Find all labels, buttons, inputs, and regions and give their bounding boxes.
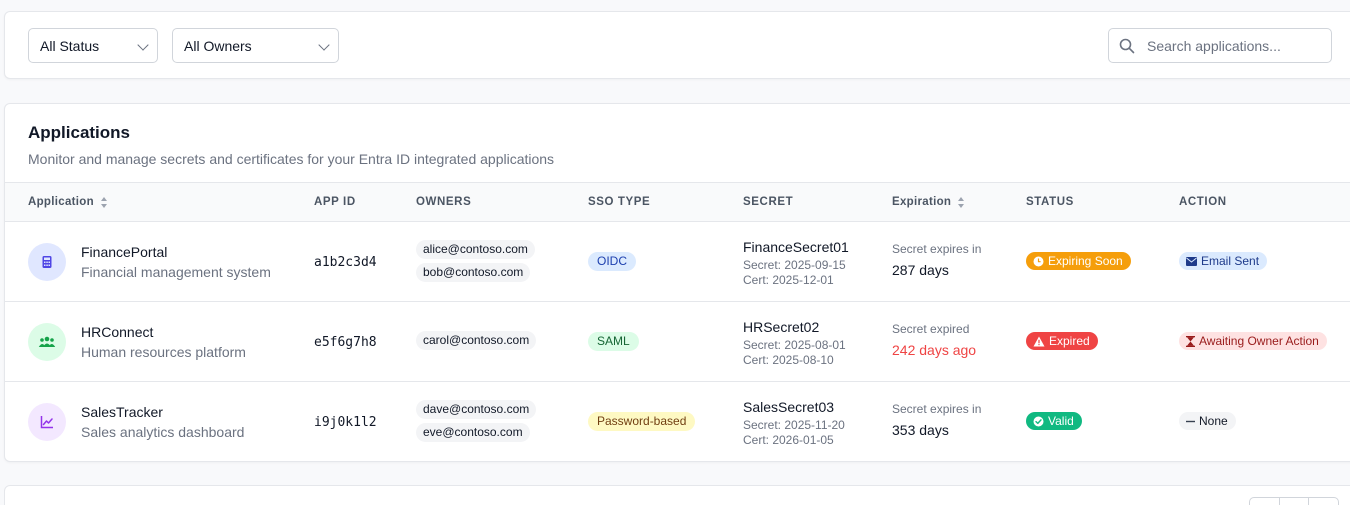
column-header-sso-type: SSO TYPE [588, 196, 651, 208]
secret-date: Secret: 2025-08-01 [743, 338, 846, 352]
envelope-icon [1186, 256, 1197, 266]
pagination-page-button[interactable] [1280, 498, 1310, 505]
app-description: Human resources platform [81, 344, 246, 360]
column-header-application[interactable]: Application [28, 196, 108, 208]
expiration-value: 353 days [892, 422, 949, 438]
status-filter-value: All Status [40, 37, 100, 54]
users-icon [38, 336, 56, 347]
owners-filter-value: All Owners [184, 37, 252, 54]
secret-name: HRSecret02 [743, 319, 820, 335]
chart-line-icon [40, 416, 53, 429]
pagination-next-button[interactable] [1309, 498, 1338, 505]
table-row[interactable]: FinancePortal Financial management syste… [5, 222, 1350, 302]
search-icon [1119, 38, 1135, 53]
owner-chip: eve@contoso.com [416, 423, 530, 442]
minus-icon [1186, 420, 1195, 422]
calculator-icon [42, 256, 52, 268]
table-row[interactable]: SalesTracker Sales analytics dashboard i… [5, 382, 1350, 461]
expiration-label: Secret expires in [892, 402, 982, 416]
owner-chip: bob@contoso.com [416, 263, 531, 282]
expiration-value: 287 days [892, 262, 949, 278]
status-filter-select[interactable]: All Status [28, 28, 158, 63]
action-badge[interactable]: Email Sent [1179, 252, 1268, 270]
app-avatar [28, 243, 66, 281]
app-id: a1b2c3d4 [314, 255, 377, 270]
column-header-secret: SECRET [743, 196, 794, 208]
secret-name: FinanceSecret01 [743, 239, 849, 255]
sso-type-badge: SAML [588, 332, 639, 351]
status-badge: Expiring Soon [1026, 252, 1131, 270]
app-description: Sales analytics dashboard [81, 424, 245, 440]
card-title: Applications [28, 123, 131, 142]
status-badge: Valid [1026, 412, 1082, 430]
owners-list: alice@contoso.com bob@contoso.com [416, 240, 535, 286]
action-badge: None [1179, 412, 1236, 430]
cert-date: Cert: 2025-08-10 [743, 353, 834, 367]
clock-icon [1033, 256, 1044, 266]
pagination-controls [1249, 497, 1339, 505]
sso-type-badge: Password-based [588, 412, 696, 431]
card-subtitle: Monitor and manage secrets and certifica… [28, 151, 555, 167]
owner-chip: carol@contoso.com [416, 331, 537, 350]
secret-date: Secret: 2025-11-20 [743, 418, 845, 432]
pagination-card [4, 485, 1350, 505]
owner-chip: alice@contoso.com [416, 240, 535, 259]
sort-icon [958, 196, 965, 208]
app-description: Financial management system [81, 264, 271, 280]
expiration-value: 242 days ago [892, 342, 977, 358]
column-header-action: ACTION [1179, 196, 1227, 208]
owners-list: dave@contoso.com eve@contoso.com [416, 400, 537, 446]
app-name[interactable]: SalesTracker [81, 404, 163, 420]
app-id: i9j0k1l2 [314, 415, 377, 430]
search-box[interactable] [1108, 28, 1332, 63]
search-input[interactable] [1147, 37, 1317, 54]
owner-chip: dave@contoso.com [416, 400, 537, 419]
hourglass-icon [1186, 335, 1195, 347]
column-header-expiration[interactable]: Expiration [892, 196, 965, 208]
app-avatar [28, 403, 66, 441]
column-header-status: STATUS [1026, 196, 1074, 208]
action-badge[interactable]: Awaiting Owner Action [1179, 332, 1327, 350]
table-row[interactable]: HRConnect Human resources platform e5f6g… [5, 302, 1350, 382]
secret-date: Secret: 2025-09-15 [743, 258, 846, 272]
secret-name: SalesSecret03 [743, 399, 835, 415]
check-circle-icon [1033, 416, 1044, 426]
owners-list: carol@contoso.com [416, 331, 537, 354]
app-name[interactable]: HRConnect [81, 324, 153, 340]
sso-type-badge: OIDC [588, 252, 636, 271]
sort-icon [100, 196, 108, 208]
expiration-label: Secret expires in [892, 242, 982, 256]
column-header-app-id: APP ID [314, 196, 356, 208]
app-name[interactable]: FinancePortal [81, 244, 167, 260]
filter-bar: All Status All Owners [4, 11, 1350, 79]
chevron-down-icon [137, 39, 149, 51]
cert-date: Cert: 2025-12-01 [743, 273, 834, 287]
warning-icon [1033, 336, 1045, 346]
owners-filter-select[interactable]: All Owners [172, 28, 339, 63]
pagination-prev-button[interactable] [1250, 498, 1280, 505]
status-badge: Expired [1026, 332, 1098, 350]
chevron-down-icon [318, 39, 330, 51]
expiration-label: Secret expired [892, 322, 970, 336]
cert-date: Cert: 2026-01-05 [743, 433, 834, 447]
app-id: e5f6g7h8 [314, 335, 377, 350]
app-avatar [28, 323, 66, 361]
table-header: Application APP ID OWNERS SSO TYPE SECRE… [5, 182, 1350, 222]
applications-card: Applications Monitor and manage secrets … [4, 103, 1350, 462]
column-header-owners: OWNERS [416, 196, 472, 208]
